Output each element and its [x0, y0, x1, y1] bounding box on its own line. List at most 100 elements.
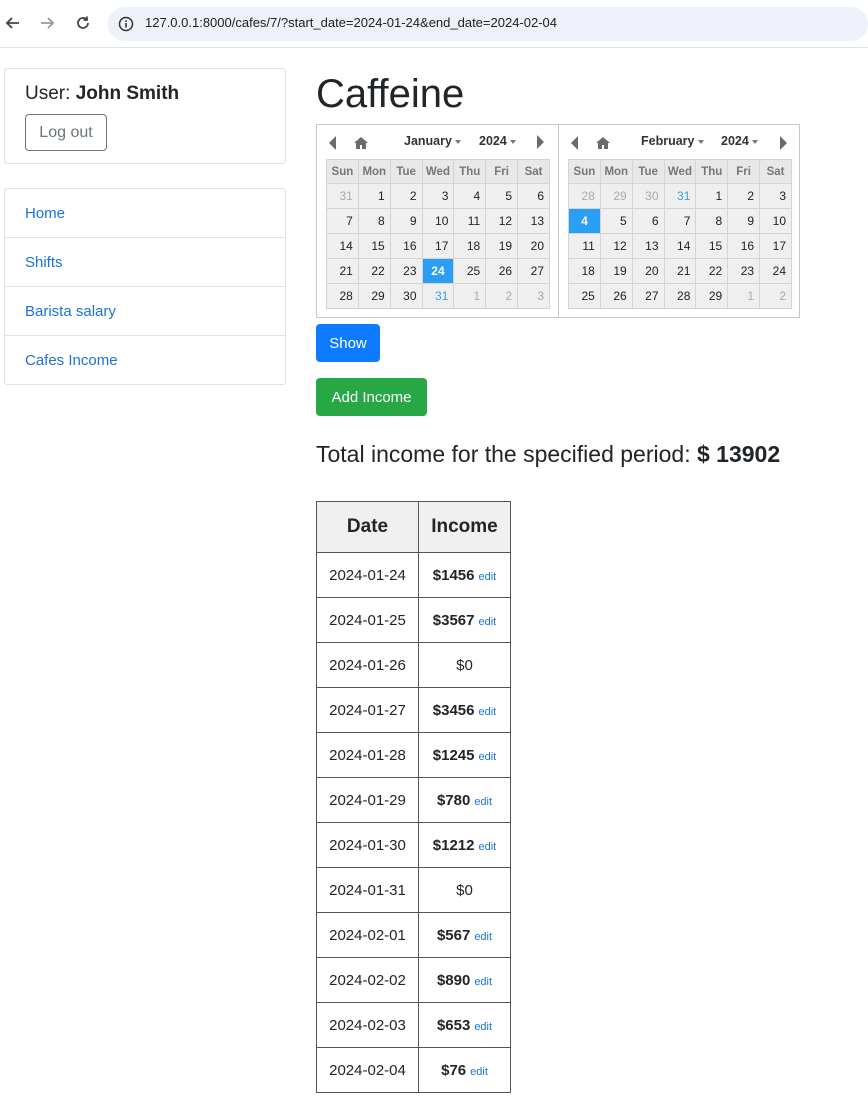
calendar-day[interactable]: 13 [631, 233, 665, 259]
calendar-day[interactable]: 10 [421, 208, 455, 234]
calendar-day[interactable]: 18 [453, 233, 487, 259]
calendar-day[interactable]: 28 [326, 283, 359, 309]
edit-link[interactable]: edit [474, 976, 492, 988]
calendar-day[interactable]: 7 [663, 208, 697, 234]
calendar-day[interactable]: 1 [727, 283, 761, 309]
calendar-day[interactable]: 10 [759, 208, 792, 234]
back-arrow-icon[interactable] [2, 12, 24, 34]
edit-link[interactable]: edit [470, 1066, 488, 1078]
sidebar-item-cafes-income[interactable]: Cafes Income [5, 336, 285, 384]
calendar-day[interactable]: 31 [421, 283, 455, 309]
home-icon[interactable] [595, 135, 611, 149]
calendar-day[interactable]: 27 [631, 283, 665, 309]
month-select[interactable]: February [641, 134, 704, 148]
edit-link[interactable]: edit [474, 1021, 492, 1033]
calendar-day[interactable]: 30 [631, 183, 665, 209]
calendar-day[interactable]: 22 [695, 258, 729, 284]
sidebar-item-barista-salary[interactable]: Barista salary [5, 287, 285, 336]
calendar-day[interactable]: 28 [568, 183, 601, 209]
calendar-day[interactable]: 18 [568, 258, 601, 284]
edit-link[interactable]: edit [478, 751, 496, 763]
calendar-day[interactable]: 14 [663, 233, 697, 259]
calendar-day[interactable]: 19 [485, 233, 519, 259]
calendar-day[interactable]: 20 [517, 233, 550, 259]
calendar-day[interactable]: 21 [326, 258, 359, 284]
calendar-day[interactable]: 2 [389, 183, 423, 209]
calendar-day[interactable]: 15 [695, 233, 729, 259]
sidebar-item-shifts[interactable]: Shifts [5, 238, 285, 287]
next-month-arrow-icon[interactable] [537, 135, 544, 149]
calendar-day[interactable]: 4 [453, 183, 487, 209]
calendar-day[interactable]: 11 [453, 208, 487, 234]
calendar-day[interactable]: 3 [517, 283, 550, 309]
calendar-day[interactable]: 26 [485, 258, 519, 284]
add-income-button[interactable]: Add Income [316, 378, 427, 416]
calendar-day[interactable]: 15 [357, 233, 391, 259]
calendar-day[interactable]: 29 [599, 183, 633, 209]
calendar-day[interactable]: 31 [326, 183, 359, 209]
calendar-day[interactable]: 1 [357, 183, 391, 209]
calendar-day[interactable]: 8 [357, 208, 391, 234]
sidebar-item-home[interactable]: Home [5, 189, 285, 238]
address-bar[interactable]: 127.0.0.1:8000/cafes/7/?start_date=2024-… [108, 7, 868, 41]
edit-link[interactable]: edit [478, 571, 496, 583]
calendar-day[interactable]: 19 [599, 258, 633, 284]
calendar-day[interactable]: 25 [453, 258, 487, 284]
calendar-day[interactable]: 20 [631, 258, 665, 284]
calendar-day[interactable]: 13 [517, 208, 550, 234]
calendar-day[interactable]: 23 [389, 258, 423, 284]
calendar-day[interactable]: 30 [389, 283, 423, 309]
year-select[interactable]: 2024 [721, 134, 758, 148]
calendar-day[interactable]: 31 [663, 183, 697, 209]
prev-month-arrow-icon[interactable] [329, 136, 336, 150]
edit-link[interactable]: edit [474, 931, 492, 943]
prev-month-arrow-icon[interactable] [571, 136, 578, 150]
calendar-day[interactable]: 29 [695, 283, 729, 309]
forward-arrow-icon[interactable] [36, 12, 58, 34]
calendar-day[interactable]: 1 [453, 283, 487, 309]
calendar-day[interactable]: 5 [599, 208, 633, 234]
year-select[interactable]: 2024 [479, 134, 516, 148]
calendar-day[interactable]: 12 [485, 208, 519, 234]
show-button[interactable]: Show [316, 324, 380, 362]
calendar-day-selected[interactable]: 24 [421, 258, 455, 284]
calendar-day[interactable]: 7 [326, 208, 359, 234]
calendar-day[interactable]: 24 [759, 258, 792, 284]
edit-link[interactable]: edit [478, 706, 496, 718]
calendar-day[interactable]: 6 [517, 183, 550, 209]
calendar-day[interactable]: 22 [357, 258, 391, 284]
calendar-day[interactable]: 25 [568, 283, 601, 309]
calendar-day[interactable]: 9 [389, 208, 423, 234]
calendar-day[interactable]: 21 [663, 258, 697, 284]
reload-icon[interactable] [72, 12, 94, 34]
calendar-day[interactable]: 3 [421, 183, 455, 209]
calendar-day[interactable]: 11 [568, 233, 601, 259]
edit-link[interactable]: edit [478, 841, 496, 853]
month-select[interactable]: January [404, 134, 461, 148]
calendar-day[interactable]: 16 [727, 233, 761, 259]
calendar-day[interactable]: 2 [485, 283, 519, 309]
calendar-day[interactable]: 8 [695, 208, 729, 234]
calendar-day[interactable]: 16 [389, 233, 423, 259]
calendar-day[interactable]: 2 [727, 183, 761, 209]
calendar-day[interactable]: 17 [421, 233, 455, 259]
calendar-day[interactable]: 14 [326, 233, 359, 259]
edit-link[interactable]: edit [478, 616, 496, 628]
next-month-arrow-icon[interactable] [780, 136, 787, 150]
edit-link[interactable]: edit [474, 796, 492, 808]
calendar-day[interactable]: 23 [727, 258, 761, 284]
calendar-day[interactable]: 17 [759, 233, 792, 259]
calendar-day[interactable]: 6 [631, 208, 665, 234]
calendar-day[interactable]: 1 [695, 183, 729, 209]
site-info-icon[interactable] [118, 16, 134, 32]
calendar-day[interactable]: 28 [663, 283, 697, 309]
calendar-day[interactable]: 26 [599, 283, 633, 309]
calendar-day[interactable]: 12 [599, 233, 633, 259]
calendar-day[interactable]: 29 [357, 283, 391, 309]
calendar-day[interactable]: 3 [759, 183, 792, 209]
home-icon[interactable] [353, 135, 369, 149]
calendar-day[interactable]: 27 [517, 258, 550, 284]
calendar-day[interactable]: 5 [485, 183, 519, 209]
calendar-day[interactable]: 2 [759, 283, 792, 309]
calendar-day-selected[interactable]: 4 [568, 208, 601, 234]
